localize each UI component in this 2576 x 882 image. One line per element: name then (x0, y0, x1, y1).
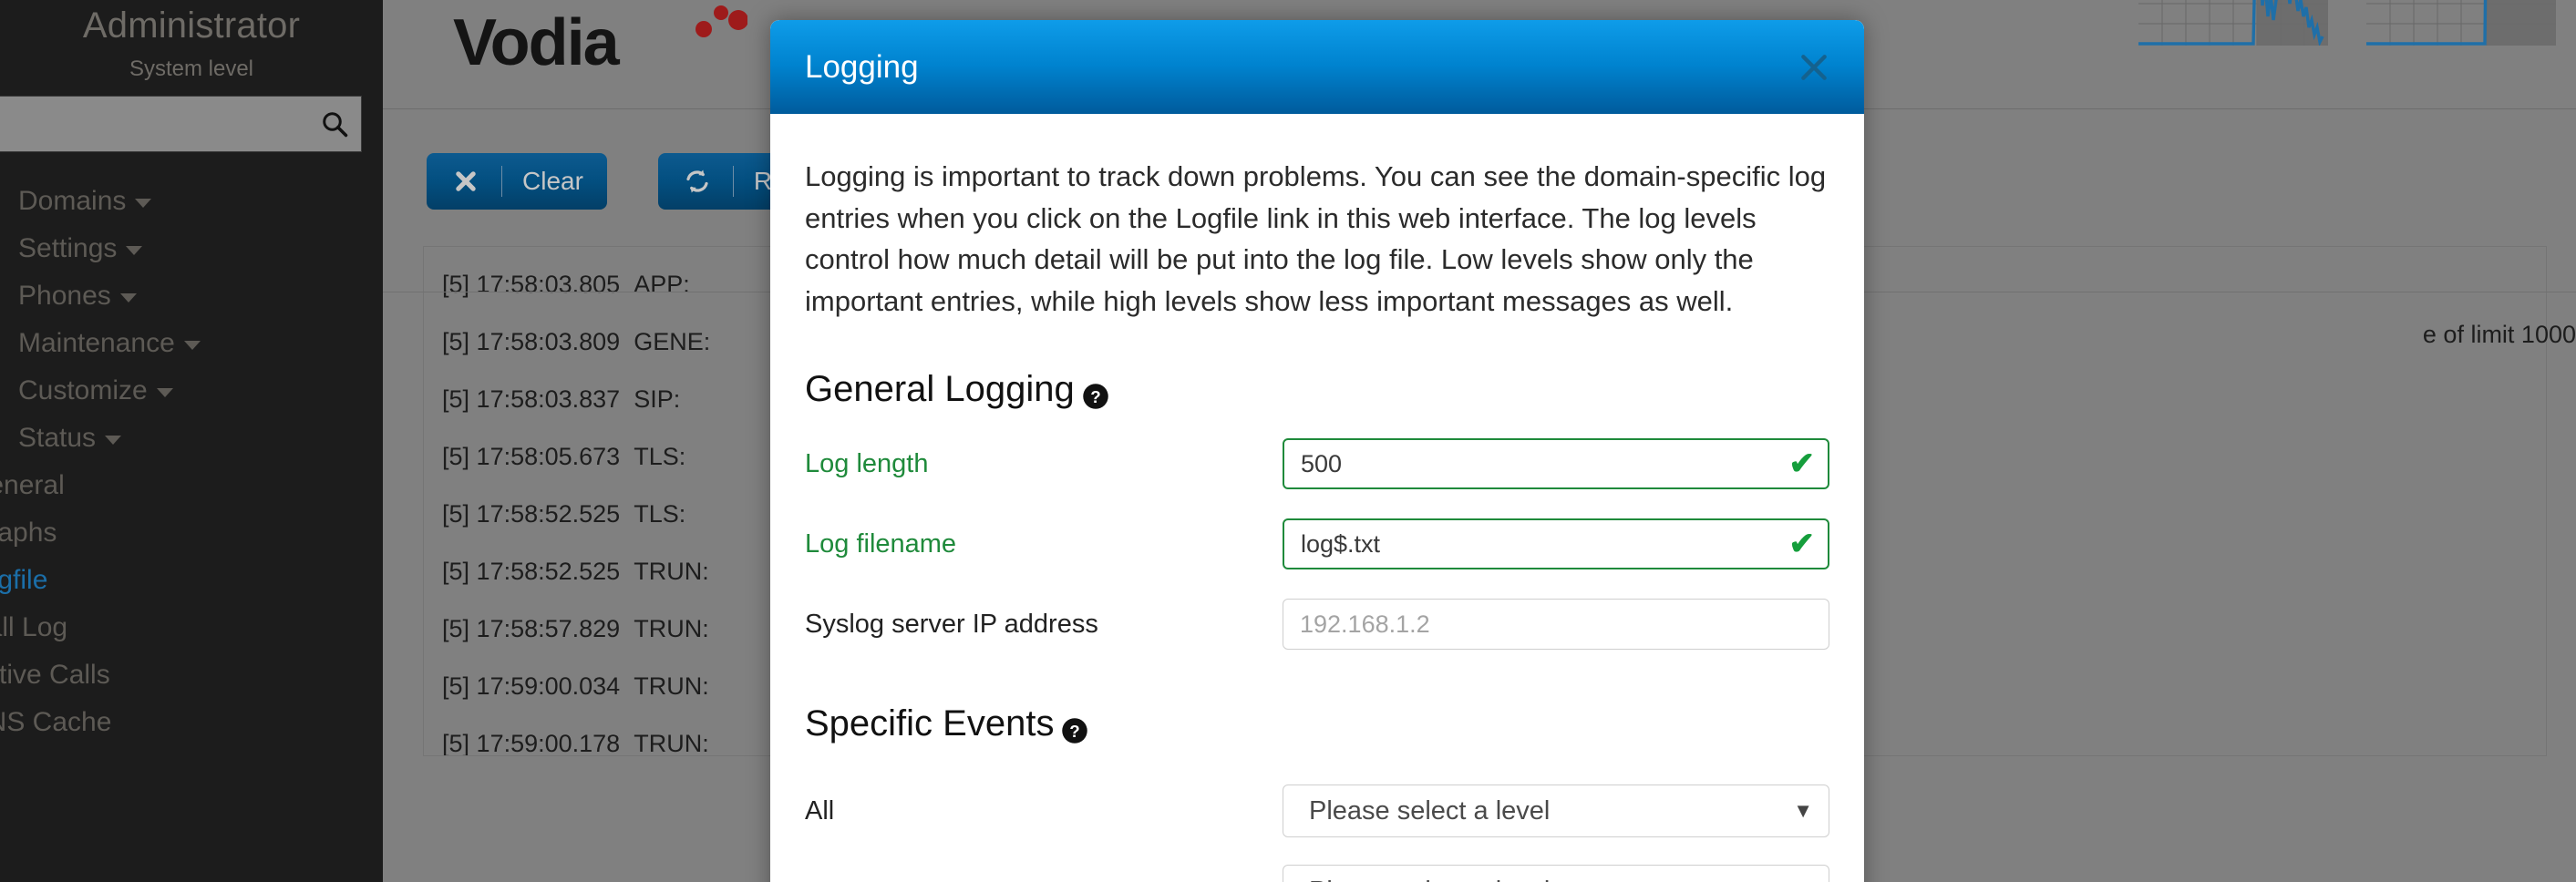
sidebar-item-logfile[interactable]: Logfile (0, 557, 383, 604)
sidebar-item-label: Status (18, 422, 97, 453)
sidebar-item-label: Maintenance (18, 327, 175, 358)
sidebar-item-label: Phones (18, 280, 111, 311)
chevron-down-icon (119, 293, 137, 303)
search-icon[interactable] (321, 110, 348, 138)
general-logging-heading-label: General Logging (805, 369, 1075, 410)
chevron-down-icon (126, 246, 143, 256)
specific-events-heading-label: Specific Events (805, 703, 1055, 744)
log-filename-label: Log filename (805, 528, 957, 559)
help-circle-icon[interactable]: ? (1061, 713, 1088, 744)
general-logging-heading: General Logging ? (805, 369, 1829, 410)
close-x-icon (450, 169, 481, 194)
log-length-input[interactable] (1283, 438, 1829, 490)
log-length-control: ✔ (1283, 438, 1829, 490)
chevron-down-icon (183, 341, 201, 351)
user-level: System level (129, 56, 254, 81)
sidebar-item-general[interactable]: General (0, 462, 383, 509)
sparkline-chart-right (2366, 0, 2556, 46)
sidebar-item-active-calls[interactable]: Active Calls (0, 651, 383, 699)
sidebar-item-phones[interactable]: Phones (0, 272, 246, 320)
field-row-log-length: Log length ✔ (805, 437, 1829, 490)
log-length-label: Log length (805, 448, 929, 478)
sidebar-item-label: Domains (18, 185, 127, 216)
event-all-label: All (805, 795, 835, 826)
chevron-down-icon (156, 388, 173, 398)
sidebar-item-maintenance[interactable]: Maintenance (0, 320, 246, 367)
help-circle-icon[interactable]: ? (1082, 378, 1109, 409)
dialog-title: Logging (805, 48, 919, 85)
screen: Administrator System level Domains Setti… (0, 0, 2576, 882)
svg-text:?: ? (1070, 722, 1080, 741)
field-row-event-second: Please select a level ▼ (805, 865, 1829, 882)
sidebar-nav: Domains Settings Phones Maintenance Cust… (0, 178, 383, 746)
logo-dots-icon (696, 5, 747, 37)
field-row-log-filename: Log filename ✔ (805, 518, 1829, 570)
clear-button-label: Clear (522, 167, 583, 195)
chevron-down-icon (105, 436, 122, 446)
log-limit-note: e of limit 1000 (2422, 321, 2576, 348)
field-row-event-all: All Please select a level ▼ (805, 785, 1829, 838)
syslog-ip-label: Syslog server IP address (805, 609, 1098, 639)
search-box[interactable] (0, 95, 362, 152)
sidebar-item-customize[interactable]: Customize (0, 367, 246, 415)
sidebar-item-call-log[interactable]: Call Log (0, 604, 383, 651)
event-second-select[interactable]: Please select a level (1283, 865, 1829, 882)
clear-button[interactable]: Clear (427, 153, 607, 210)
field-row-syslog-ip: Syslog server IP address (805, 598, 1829, 651)
sidebar-item-label: Customize (18, 374, 148, 405)
dialog-body: Logging is important to track down probl… (770, 114, 1864, 882)
chevron-down-icon (135, 199, 152, 209)
sidebar-item-dns-cache[interactable]: DNS Cache (0, 699, 383, 746)
sidebar-item-status[interactable]: Status (0, 415, 246, 462)
log-filename-input[interactable] (1283, 518, 1829, 570)
event-all-control: Please select a level ▼ (1283, 785, 1829, 838)
brand-logo: Vodia (453, 6, 620, 79)
sparkline-chart-left (2138, 0, 2328, 46)
syslog-ip-control (1283, 599, 1829, 651)
close-icon[interactable] (1795, 48, 1833, 87)
logging-dialog: Logging Logging is important to track do… (770, 20, 1864, 882)
sidebar: Administrator System level Domains Setti… (0, 0, 383, 882)
sidebar-item-graphs[interactable]: Graphs (0, 509, 383, 557)
svg-text:?: ? (1090, 387, 1100, 406)
button-divider (732, 166, 734, 197)
dialog-header: Logging (770, 20, 1864, 114)
sidebar-header: Administrator System level (0, 0, 383, 83)
refresh-icon (682, 168, 713, 195)
sidebar-item-settings[interactable]: Settings (0, 225, 246, 272)
user-title: Administrator (82, 5, 301, 46)
syslog-ip-input[interactable] (1283, 599, 1829, 651)
event-second-control: Please select a level ▼ (1283, 865, 1829, 882)
dialog-description: Logging is important to track down probl… (805, 160, 1827, 317)
sparkline-group (2138, 0, 2556, 46)
sidebar-item-label: Settings (18, 232, 118, 263)
event-all-select[interactable]: Please select a level (1283, 785, 1829, 838)
sidebar-item-domains[interactable]: Domains (0, 178, 246, 225)
specific-events-heading: Specific Events ? (805, 703, 1829, 744)
log-filename-control: ✔ (1283, 518, 1829, 570)
search-input[interactable] (0, 96, 361, 151)
button-divider (501, 166, 502, 197)
